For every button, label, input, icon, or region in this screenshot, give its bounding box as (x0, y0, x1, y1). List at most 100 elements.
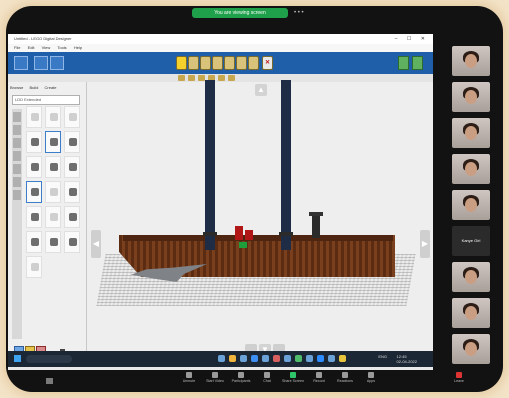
brick-item[interactable] (45, 231, 61, 253)
undo-icon[interactable] (398, 56, 409, 70)
sub-select-connected-icon[interactable] (198, 75, 205, 81)
record-button[interactable]: Record (306, 372, 332, 383)
category-item[interactable] (13, 138, 21, 148)
sub-select-shape-icon[interactable] (218, 75, 225, 81)
window-controls[interactable]: – ☐ ✕ (395, 34, 429, 44)
brick-item[interactable] (26, 106, 42, 128)
participant-tile[interactable] (452, 154, 490, 184)
hinge-tool-icon[interactable] (200, 56, 211, 70)
brick-item[interactable] (45, 131, 61, 153)
taskbar-app-icon[interactable] (273, 355, 280, 362)
tab-create[interactable]: Create (45, 85, 57, 90)
mode-view-button[interactable] (50, 56, 64, 70)
participant-tile[interactable] (452, 190, 490, 220)
menu-tools[interactable]: Tools (57, 45, 66, 50)
palette-search-input[interactable]: LDD Extended (12, 95, 80, 105)
brick-item[interactable] (26, 156, 42, 178)
start-video-button[interactable]: Start Video (202, 372, 228, 383)
participants-button[interactable]: Participants (228, 372, 254, 383)
share-screen-button[interactable]: Share Screen (280, 372, 306, 383)
paint-tool-icon[interactable] (236, 56, 247, 70)
redo-icon[interactable] (412, 56, 423, 70)
camera-up-icon[interactable]: ▲ (255, 84, 267, 96)
hinge-align-tool-icon[interactable] (212, 56, 223, 70)
camera-right-icon[interactable]: ▶ (420, 230, 430, 258)
camera-left-icon[interactable]: ◀ (91, 230, 101, 258)
brick-item[interactable] (45, 106, 61, 128)
folder-icon[interactable] (229, 355, 236, 362)
tab-build[interactable]: Build (29, 85, 38, 90)
taskbar-app-icon[interactable] (218, 355, 225, 362)
participant-tile[interactable] (452, 118, 490, 148)
taskbar-app-icon[interactable] (284, 355, 291, 362)
category-item[interactable] (13, 112, 21, 122)
language-indicator[interactable]: ENG (378, 354, 387, 359)
category-item[interactable] (13, 190, 21, 200)
hide-tool-icon[interactable] (248, 56, 259, 70)
build-viewport[interactable]: ▲ ◀ ▶ ▼ (87, 80, 433, 358)
participant-tile[interactable] (452, 298, 490, 328)
taskbar-clock[interactable]: 12:45 02-04-2022 (397, 354, 417, 364)
brick-item[interactable] (64, 206, 80, 228)
brick-item[interactable] (45, 206, 61, 228)
apps-button[interactable]: Apps (358, 372, 384, 383)
category-item[interactable] (13, 177, 21, 187)
clone-tool-icon[interactable] (188, 56, 199, 70)
unmute-button[interactable]: Unmute (176, 372, 202, 383)
participant-tile[interactable] (452, 82, 490, 112)
brick-item[interactable] (64, 181, 80, 203)
brick-item[interactable] (45, 181, 61, 203)
participant-tile[interactable] (452, 46, 490, 76)
brick-item[interactable] (26, 231, 42, 253)
category-item[interactable] (13, 125, 21, 135)
sub-select-one-icon[interactable] (178, 75, 185, 81)
brick-item[interactable] (64, 231, 80, 253)
shared-screen: Untitled - LEGO Digital Designer – ☐ ✕ F… (8, 34, 433, 370)
menu-edit[interactable]: Edit (28, 45, 35, 50)
mail-icon[interactable] (251, 355, 258, 362)
sub-select-invert-icon[interactable] (228, 75, 235, 81)
zoom-icon[interactable] (317, 355, 324, 362)
mode-build-button[interactable] (34, 56, 48, 70)
leave-button[interactable]: Leave (446, 372, 472, 383)
share-label: Share Screen (282, 379, 304, 383)
brick-item[interactable] (64, 106, 80, 128)
brick-item[interactable] (45, 156, 61, 178)
flex-tool-icon[interactable] (224, 56, 235, 70)
chat-button[interactable]: Chat (254, 372, 280, 383)
screen-share-banner[interactable]: You are viewing screen (192, 8, 288, 18)
more-options-icon[interactable]: • • • (294, 10, 304, 16)
menu-help[interactable]: Help (74, 45, 82, 50)
taskbar-app-icon[interactable] (295, 355, 302, 362)
participant-tile[interactable] (452, 262, 490, 292)
brick-item[interactable] (26, 256, 42, 278)
reactions-button[interactable]: Reactions (332, 372, 358, 383)
browser-icon[interactable] (240, 355, 247, 362)
category-item[interactable] (13, 151, 21, 161)
windows-start-icon[interactable] (14, 355, 21, 362)
record-icon (316, 372, 322, 378)
brick-item[interactable] (26, 181, 42, 203)
participants-label: Participants (231, 379, 251, 383)
menu-file[interactable]: File (14, 45, 20, 50)
lego-icon[interactable] (339, 355, 346, 362)
category-item[interactable] (13, 164, 21, 174)
taskbar-search-input[interactable] (26, 355, 72, 363)
avatar (465, 306, 477, 320)
delete-tool-icon[interactable]: ✕ (262, 56, 273, 70)
taskbar-app-icon[interactable] (306, 355, 313, 362)
taskbar-app-icon[interactable] (328, 355, 335, 362)
participant-tile[interactable] (452, 334, 490, 364)
select-tool-icon[interactable] (176, 56, 187, 70)
tab-browse[interactable]: Browse (10, 85, 23, 90)
menu-view[interactable]: View (42, 45, 51, 50)
sub-select-multi-icon[interactable] (188, 75, 195, 81)
brick-item[interactable] (26, 206, 42, 228)
brick-item[interactable] (64, 131, 80, 153)
avatar (465, 54, 477, 68)
taskbar-app-icon[interactable] (262, 355, 269, 362)
brick-item[interactable] (26, 131, 42, 153)
home-button[interactable] (14, 56, 28, 70)
brick-item[interactable] (64, 156, 80, 178)
participant-tile-no-video[interactable]: Kanye Girl (452, 226, 490, 256)
